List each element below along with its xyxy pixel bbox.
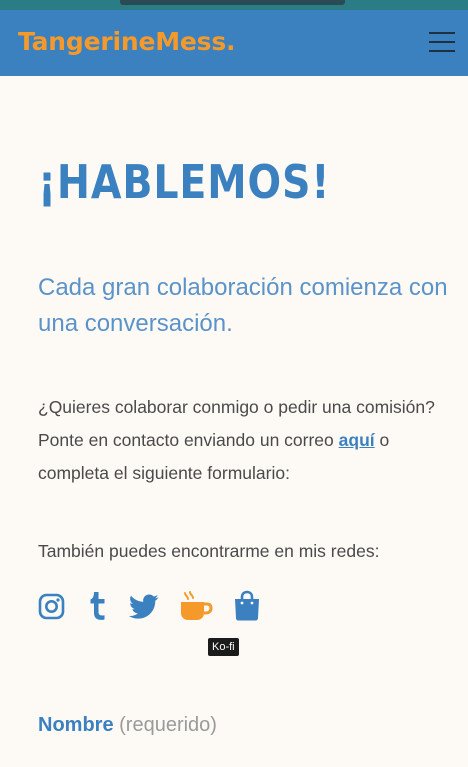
site-logo[interactable]: TangerineMess.: [18, 27, 235, 56]
page-title: ¡HABLEMOS!: [38, 155, 331, 209]
lead-text: Cada gran colaboración comienza con una …: [38, 274, 448, 337]
email-link[interactable]: aquí: [339, 430, 375, 450]
instagram-icon[interactable]: [38, 590, 68, 622]
shop-bag-icon[interactable]: [233, 590, 263, 622]
site-header: TangerineMess.: [0, 10, 468, 76]
tumblr-icon[interactable]: [88, 590, 118, 622]
menu-line: [429, 41, 455, 43]
name-label-text: Nombre: [38, 714, 114, 736]
browser-bar: [120, 0, 345, 5]
top-strip: [0, 0, 468, 10]
name-field-label: Nombre (requerido): [38, 714, 217, 737]
contact-paragraph: ¿Quieres colaborar conmigo o pedir una c…: [38, 391, 458, 490]
menu-line: [429, 50, 455, 52]
required-label-text: (requerido): [119, 714, 217, 736]
hamburger-icon[interactable]: [429, 32, 455, 52]
menu-line: [429, 32, 455, 34]
twitter-icon[interactable]: [128, 590, 159, 622]
social-label: También puedes encontrarme en mis redes:: [38, 541, 380, 561]
kofi-icon[interactable]: [179, 590, 213, 622]
kofi-tooltip: Ko-fi: [208, 638, 239, 656]
